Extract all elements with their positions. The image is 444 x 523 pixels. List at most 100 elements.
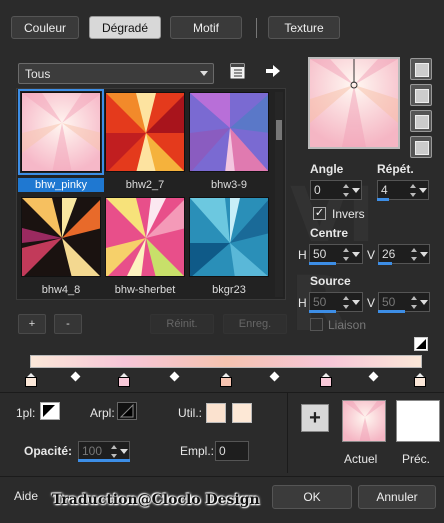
arpl-label: Arpl: [90, 406, 115, 420]
gradient-preview[interactable] [308, 57, 400, 149]
opacity-input[interactable]: 100 [78, 441, 130, 461]
angle-label: Angle [310, 162, 344, 176]
gradient-label: bkgr23 [212, 284, 246, 296]
style-sunburst-icon[interactable] [410, 110, 432, 132]
style-linear-icon[interactable] [410, 58, 432, 80]
gradient-thumb-bkgr23[interactable] [189, 197, 269, 277]
swap-icon[interactable] [414, 337, 428, 351]
tab-separator [256, 18, 257, 38]
source-label: Source [310, 274, 351, 288]
foreground-style-icon[interactable] [40, 402, 60, 420]
category-dropdown-value: Tous [25, 66, 51, 81]
spin-arrows-icon[interactable] [408, 181, 418, 199]
util-color-swatch-2[interactable] [232, 403, 252, 423]
repeat-value: 4 [381, 183, 388, 197]
list-view-icon[interactable] [230, 63, 246, 79]
midpoint-marker[interactable] [70, 371, 81, 382]
midpoint-marker[interactable] [368, 371, 379, 382]
link-checkbox[interactable] [310, 318, 323, 331]
gradient-label: bhw2_7 [125, 179, 165, 191]
current-label: Actuel [344, 452, 378, 466]
repeat-label: Répét. [377, 162, 414, 176]
opacity-slider-bar[interactable] [78, 459, 130, 462]
center-h-value: 50 [313, 247, 327, 261]
gradient-thumb-bhw4-8[interactable] [21, 197, 101, 277]
chevron-down-icon[interactable] [418, 181, 428, 199]
color-stop[interactable] [118, 373, 130, 387]
help-label[interactable]: Aide [14, 489, 38, 503]
style-rectangular-icon[interactable] [410, 84, 432, 106]
gradient-thumb-bhw-pinky[interactable] [18, 89, 104, 175]
gradient-label: bhw3-9 [210, 179, 248, 191]
spin-arrows-icon[interactable] [409, 245, 419, 263]
gradient-thumb-bhw2-7[interactable] [105, 92, 185, 172]
spin-arrows-icon[interactable] [409, 293, 419, 311]
invert-checkbox[interactable]: ✓ [313, 207, 326, 220]
chevron-down-icon[interactable] [119, 442, 129, 460]
add-swatch-button[interactable]: + [301, 404, 329, 432]
center-v-slider-bar[interactable] [378, 262, 392, 265]
spin-arrows-icon[interactable] [109, 442, 119, 460]
color-stop[interactable] [220, 373, 232, 387]
color-stop[interactable] [25, 373, 37, 387]
center-v-value: 26 [382, 247, 396, 261]
spin-arrows-icon[interactable] [341, 181, 351, 199]
link-label: Liaison [328, 318, 367, 332]
style-radial-icon[interactable] [410, 136, 432, 158]
opacity-value: 100 [82, 444, 103, 458]
util-color-swatch[interactable] [206, 403, 226, 423]
divider [0, 392, 444, 393]
gradient-list-scrollbar[interactable] [275, 92, 283, 297]
chevron-down-icon[interactable] [419, 245, 429, 263]
center-v-label: V [367, 248, 376, 262]
panel-divider [287, 393, 288, 473]
gradient-label: bhw4_8 [41, 284, 81, 296]
source-v-input[interactable]: 50 [378, 292, 430, 312]
one-pl-label: 1pl: [16, 406, 36, 420]
center-h-slider-bar[interactable] [309, 262, 336, 265]
save-gradient-button[interactable]: Enreg. [223, 314, 287, 334]
color-stop[interactable] [414, 373, 426, 387]
angle-input[interactable]: 0 [310, 180, 362, 200]
empl-label: Empl.: [180, 444, 215, 458]
location-input[interactable]: 0 [215, 441, 249, 461]
chevron-down-icon[interactable] [351, 245, 361, 263]
tab-couleur[interactable]: Couleur [11, 16, 79, 39]
repeat-input[interactable]: 4 [377, 180, 429, 200]
gradient-thumb-bhw-sherbet[interactable] [105, 197, 185, 277]
center-h-input[interactable]: 50 [309, 244, 363, 264]
opacity-label: Opacité: [24, 444, 73, 458]
spin-arrows-icon[interactable] [341, 245, 351, 263]
gradient-editor-bar[interactable] [30, 355, 422, 368]
source-h-input[interactable]: 50 [309, 292, 363, 312]
repeat-slider-bar[interactable] [377, 198, 389, 201]
add-gradient-button[interactable]: + [18, 314, 46, 334]
remove-gradient-button[interactable]: - [54, 314, 82, 334]
chevron-down-icon[interactable] [351, 293, 361, 311]
ok-button[interactable]: OK [272, 485, 352, 509]
center-v-input[interactable]: 26 [378, 244, 430, 264]
background-style-icon[interactable] [117, 402, 137, 420]
gradient-label: bhw-sherbet [114, 284, 176, 296]
previous-swatch [396, 400, 440, 442]
tab-degrade[interactable]: Dégradé [89, 16, 161, 39]
midpoint-marker[interactable] [269, 371, 280, 382]
current-swatch [342, 400, 386, 442]
tab-motif[interactable]: Motif [170, 16, 242, 39]
arrow-right-icon[interactable] [265, 63, 281, 79]
midpoint-marker[interactable] [169, 371, 180, 382]
gradient-thumb-bhw3-9[interactable] [189, 92, 269, 172]
tab-texture[interactable]: Texture [268, 16, 340, 39]
source-v-label: V [367, 296, 376, 310]
spin-arrows-icon[interactable] [341, 293, 351, 311]
reset-button[interactable]: Réinit. [150, 314, 214, 334]
chevron-down-icon[interactable] [351, 181, 361, 199]
chevron-down-icon[interactable] [419, 293, 429, 311]
source-v-slider-bar[interactable] [378, 310, 405, 313]
source-h-slider-bar[interactable] [309, 310, 336, 313]
cancel-button[interactable]: Annuler [358, 485, 436, 509]
color-stop[interactable] [320, 373, 332, 387]
scrollbar-thumb[interactable] [276, 120, 282, 140]
location-value: 0 [219, 444, 226, 458]
category-dropdown[interactable]: Tous [18, 63, 214, 84]
